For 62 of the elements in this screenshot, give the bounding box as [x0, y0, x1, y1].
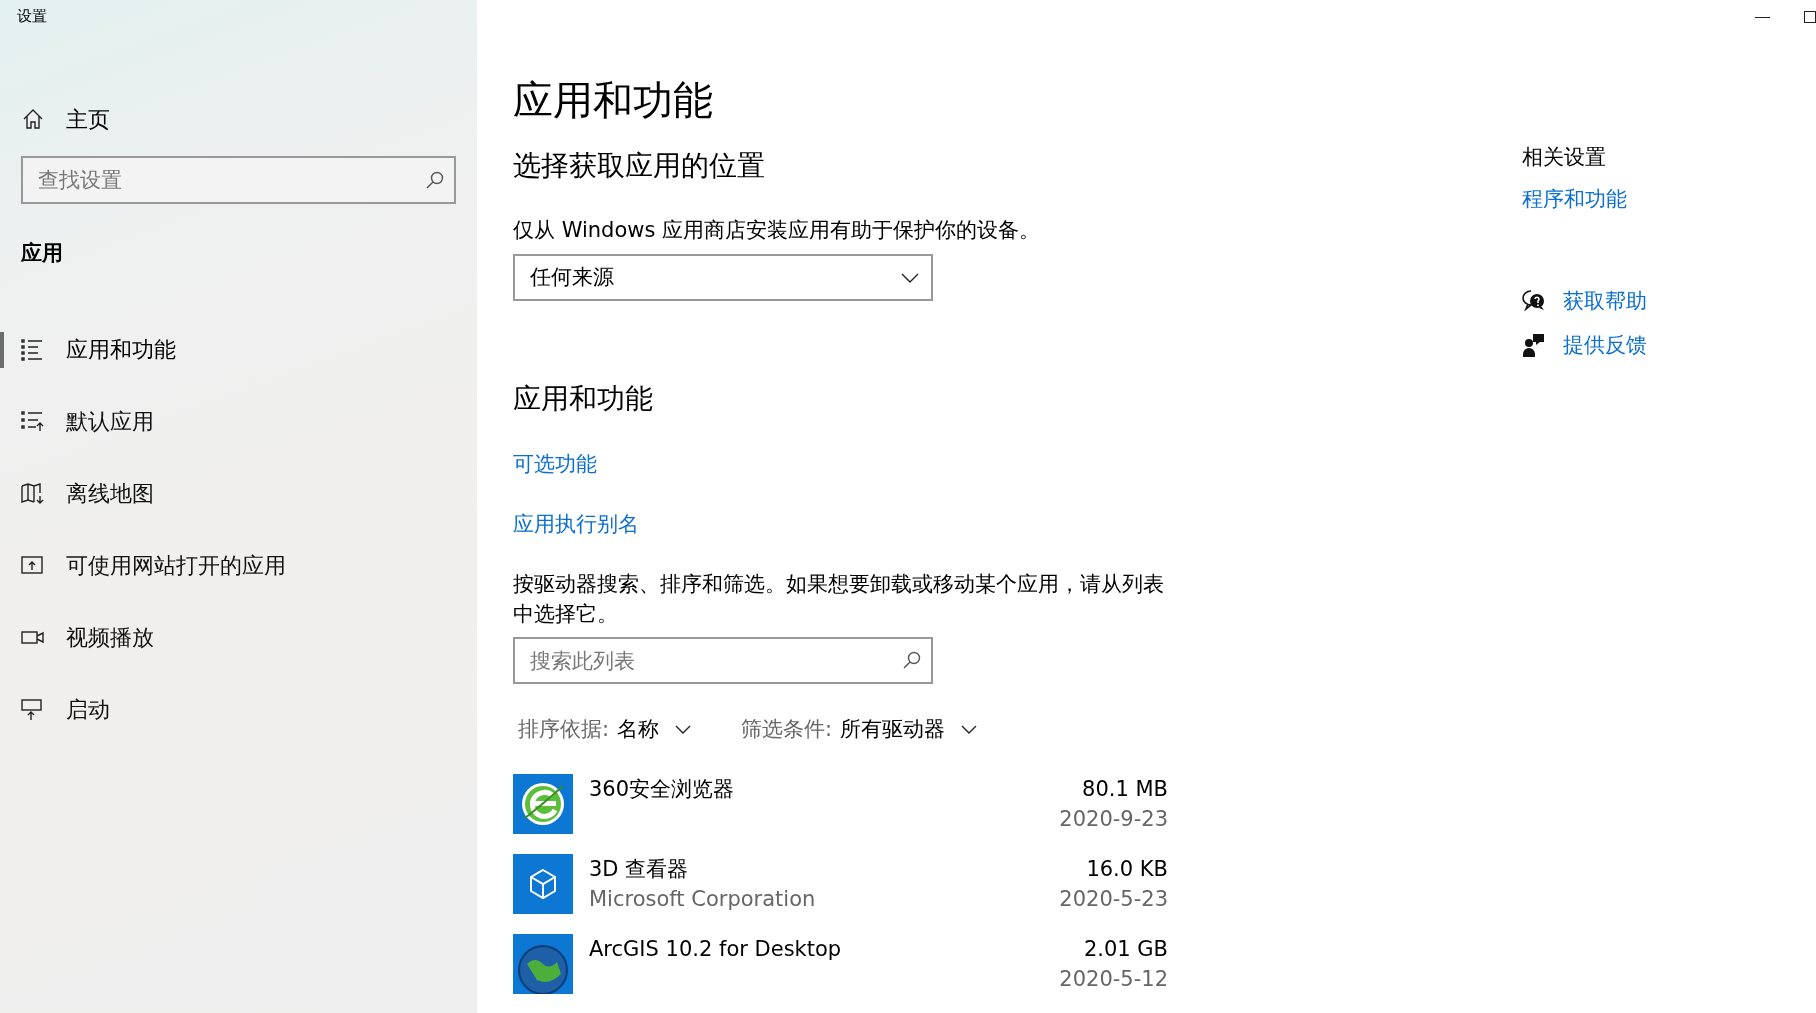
nav-item[interactable]: 应用和功能	[0, 313, 477, 386]
app-size: 80.1 MB	[1082, 775, 1168, 803]
app-name: 360安全浏览器	[589, 775, 736, 803]
nav-item[interactable]: 离线地图	[0, 457, 477, 530]
map-download-icon	[21, 482, 44, 505]
app-list-item[interactable]: 360安全浏览器 80.1 MB 2020-9-23	[513, 773, 1168, 834]
section-heading: 选择获取应用的位置	[513, 148, 766, 184]
page-title: 应用和功能	[513, 76, 714, 124]
nav-label: 离线地图	[66, 480, 154, 508]
browser-logo-icon	[513, 773, 573, 834]
maximize-icon	[1804, 11, 1816, 23]
home-icon	[22, 108, 44, 130]
chevron-down-icon	[901, 272, 919, 283]
description: 按驱动器搜索、排序和筛选。如果想要卸载或移动某个应用，请从列表中选择它。	[513, 571, 1165, 628]
nav-label: 视频播放	[66, 624, 154, 652]
app-name: 3D 查看器	[589, 855, 690, 883]
app-date: 2020-9-23	[1059, 805, 1168, 833]
globe-icon	[513, 933, 573, 994]
chevron-down-icon	[961, 725, 978, 735]
source-dropdown[interactable]: 任何来源	[513, 254, 933, 301]
nav-label: 默认应用	[66, 408, 154, 436]
nav-item[interactable]: 默认应用	[0, 385, 477, 458]
app-size: 16.0 KB	[1086, 855, 1168, 883]
app-name: ArcGIS 10.2 for Desktop	[589, 935, 843, 963]
filter-dropdown[interactable]: 筛选条件: 所有驱动器	[741, 714, 978, 746]
app-list-item[interactable]: ArcGIS 10.2 for Desktop 2.01 GB 2020-5-12	[513, 933, 1168, 994]
minimize-icon	[1754, 16, 1770, 18]
section-heading: 应用	[20, 240, 64, 267]
sort-dropdown[interactable]: 排序依据: 名称	[518, 714, 692, 746]
search-icon	[426, 171, 444, 189]
cube-icon	[513, 853, 573, 914]
nav-item[interactable]: 可使用网站打开的应用	[0, 529, 477, 602]
description: 仅从 Windows 应用商店安装应用有助于保护你的设备。	[513, 217, 1042, 244]
nav-item[interactable]: 视频播放	[0, 601, 477, 674]
monitor-arrow-icon	[21, 698, 44, 721]
app-date: 2020-5-12	[1059, 965, 1168, 993]
section-heading: 应用和功能	[513, 381, 654, 417]
list-icon	[21, 338, 44, 361]
link[interactable]: 程序和功能	[1522, 184, 1627, 214]
app-date: 2020-5-23	[1059, 885, 1168, 913]
link[interactable]: 应用执行别名	[513, 509, 639, 539]
support-link[interactable]: 获取帮助	[1522, 286, 1816, 316]
nav-item[interactable]: 启动	[0, 673, 477, 746]
search-field[interactable]: 搜索此列表	[513, 637, 933, 684]
chevron-down-icon	[675, 725, 692, 735]
support-link[interactable]: 提供反馈	[1522, 330, 1816, 360]
nav-label: 启动	[66, 696, 110, 724]
window-upload-icon	[21, 554, 44, 577]
window-title: 设置	[16, 6, 48, 27]
search-icon	[903, 651, 921, 669]
nav-label: 可使用网站打开的应用	[66, 552, 286, 580]
nav-label: 应用和功能	[66, 336, 176, 364]
link[interactable]: 可选功能	[513, 449, 597, 479]
app-publisher: Microsoft Corporation	[589, 885, 817, 913]
app-size: 2.01 GB	[1083, 935, 1168, 963]
related-heading: 相关设置	[1522, 144, 1607, 171]
list-arrow-icon	[21, 410, 44, 433]
search-field[interactable]: 查找设置	[21, 156, 456, 204]
person-speech-icon	[1522, 333, 1545, 357]
chat-question-icon	[1522, 289, 1545, 313]
home-link[interactable]: 主页	[0, 100, 477, 138]
app-list-item[interactable]: 3D 查看器 Microsoft Corporation 16.0 KB 2020-5-23	[513, 853, 1168, 914]
